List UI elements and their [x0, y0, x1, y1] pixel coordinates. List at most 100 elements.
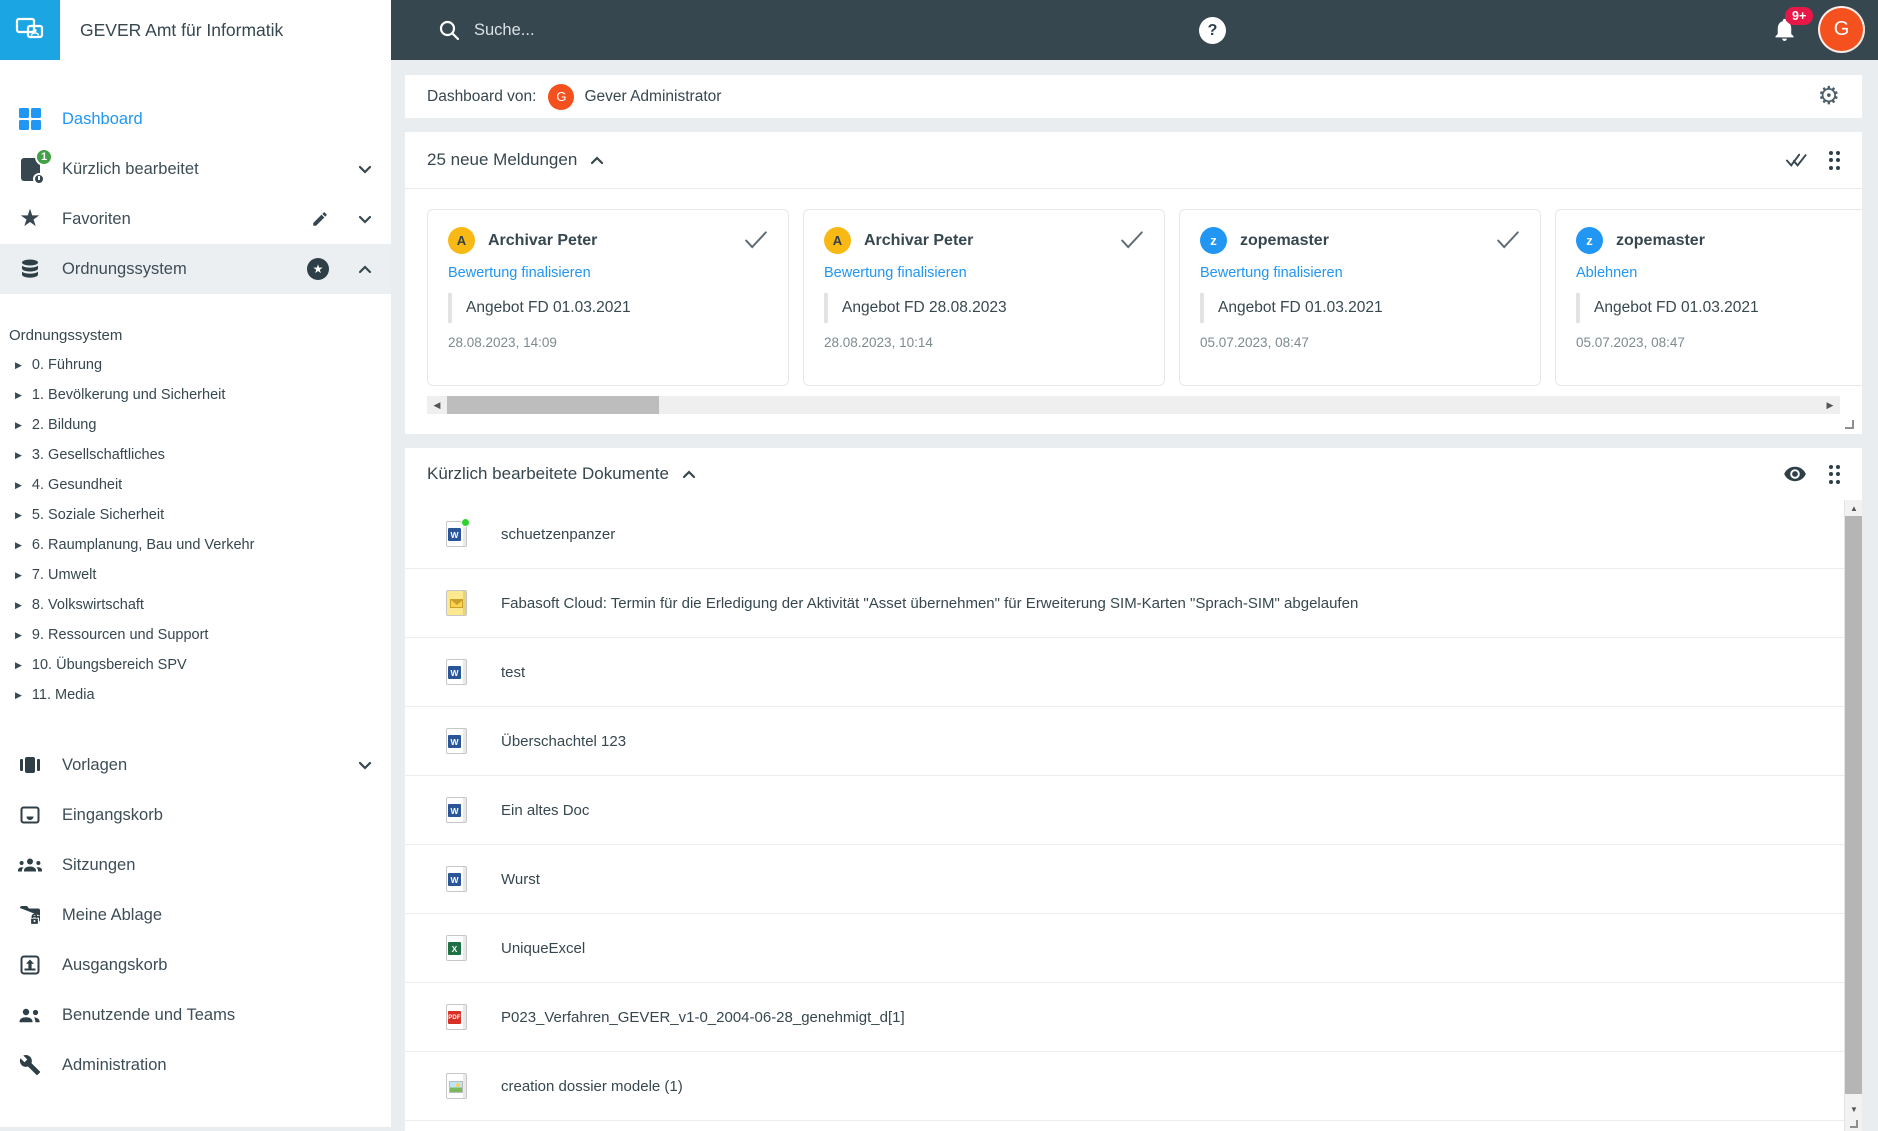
document-row[interactable]: Fabasoft Cloud: Termin für die Erledigun…: [405, 569, 1862, 638]
chevron-down-icon[interactable]: [357, 757, 373, 773]
tree-node[interactable]: ▶ 6. Raumplanung, Bau und Verkehr: [0, 530, 391, 560]
sidebar-item-dashboard[interactable]: Dashboard: [0, 94, 391, 144]
card-user-name: Archivar Peter: [488, 231, 598, 249]
horizontal-scrollbar-thumb[interactable]: [447, 396, 659, 414]
visibility-eye-icon[interactable]: [1783, 462, 1807, 486]
expand-triangle-icon[interactable]: ▶: [15, 360, 22, 371]
expand-triangle-icon[interactable]: ▶: [15, 690, 22, 701]
expand-triangle-icon[interactable]: ▶: [15, 600, 22, 611]
card-action-link[interactable]: Bewertung finalisieren: [824, 265, 1144, 281]
widget-drag-handle-icon[interactable]: [1828, 150, 1840, 170]
word-file-icon: W: [446, 728, 467, 754]
tree-root-ordnungssystem[interactable]: Ordnungssystem: [0, 320, 391, 350]
widget-resize-handle[interactable]: [1845, 420, 1854, 429]
document-row[interactable]: W Ein altes Doc: [405, 776, 1862, 845]
recent-documents-header: Kürzlich bearbeitete Dokumente: [405, 448, 1862, 500]
dashboard-grid-icon: [16, 105, 44, 133]
check-icon[interactable]: [1496, 230, 1520, 250]
document-row[interactable]: W test: [405, 638, 1862, 707]
sidebar-item-label: Sitzungen: [62, 855, 136, 874]
document-name: Überschachtel 123: [501, 732, 627, 750]
tree-node[interactable]: ▶ 11. Media: [0, 680, 391, 710]
scroll-down-arrow-icon[interactable]: ▼: [1845, 1101, 1862, 1117]
document-row[interactable]: W Wurst: [405, 845, 1862, 914]
tree-node[interactable]: ▶ 3. Gesellschaftliches: [0, 440, 391, 470]
tree-node[interactable]: ▶ 9. Ressourcen und Support: [0, 620, 391, 650]
sidebar-item-meetings[interactable]: Sitzungen: [0, 840, 391, 890]
chevron-up-icon[interactable]: [357, 261, 373, 277]
document-name: P023_Verfahren_GEVER_v1-0_2004-06-28_gen…: [501, 1008, 905, 1026]
tree-node[interactable]: ▶ 5. Soziale Sicherheit: [0, 500, 391, 530]
notifications-bell[interactable]: 9+: [1771, 7, 1814, 43]
help-icon[interactable]: ?: [1199, 17, 1226, 44]
sidebar-item-administration[interactable]: Administration: [0, 1040, 391, 1090]
expand-triangle-icon[interactable]: ▶: [15, 570, 22, 581]
recent-documents-list: W schuetzenpanzer Fabasoft Cloud: Termin…: [405, 500, 1862, 1131]
expand-triangle-icon[interactable]: ▶: [15, 480, 22, 491]
vertical-scrollbar-thumb[interactable]: [1845, 516, 1862, 1094]
tree-node[interactable]: ▶ 0. Führung: [0, 350, 391, 380]
sidebar-item-recently-edited[interactable]: 1 Kürzlich bearbeitet: [0, 144, 391, 194]
collapse-chevron-up-icon[interactable]: [589, 152, 605, 168]
edit-pencil-icon[interactable]: [311, 210, 329, 228]
recent-documents-widget: Kürzlich bearbeitete Dokumente W schuetz…: [405, 448, 1862, 1131]
document-row[interactable]: creation dossier modele (1): [405, 1052, 1862, 1121]
tree-node[interactable]: ▶ 2. Bildung: [0, 410, 391, 440]
tree-node[interactable]: ▶ 10. Übungsbereich SPV: [0, 650, 391, 680]
sidebar-item-favorites[interactable]: ★ Favoriten: [0, 194, 391, 244]
tree-node[interactable]: ▶ 8. Volkswirtschaft: [0, 590, 391, 620]
sidebar-item-templates[interactable]: Vorlagen: [0, 740, 391, 790]
expand-triangle-icon[interactable]: ▶: [15, 510, 22, 521]
expand-triangle-icon[interactable]: ▶: [15, 450, 22, 461]
expand-triangle-icon[interactable]: ▶: [15, 630, 22, 641]
tree-node[interactable]: ▶ 7. Umwelt: [0, 560, 391, 590]
document-row[interactable]: W Überschachtel 123: [405, 707, 1862, 776]
search-input[interactable]: [474, 20, 1034, 40]
favorite-star-badge-icon[interactable]: ★: [307, 258, 329, 280]
check-icon[interactable]: [1120, 230, 1144, 250]
sidebar-item-my-files[interactable]: Meine Ablage: [0, 890, 391, 940]
document-row[interactable]: W schuetzenpanzer: [405, 500, 1862, 569]
scroll-up-arrow-icon[interactable]: ▲: [1845, 500, 1862, 516]
widget-drag-handle-icon[interactable]: [1828, 464, 1840, 484]
vertical-scrollbar[interactable]: ▲ ▼: [1844, 500, 1862, 1131]
folder-lock-icon: [16, 901, 44, 929]
sidebar-item-inbox[interactable]: Eingangskorb: [0, 790, 391, 840]
card-subject: Angebot FD 01.03.2021: [448, 293, 768, 323]
scroll-left-arrow-icon[interactable]: ◀: [429, 396, 445, 414]
horizontal-scrollbar[interactable]: ◀ ▶: [427, 396, 1840, 414]
app-logo[interactable]: [0, 0, 60, 60]
expand-triangle-icon[interactable]: ▶: [15, 420, 22, 431]
sidebar-item-filing-system[interactable]: Ordnungssystem ★: [0, 244, 391, 294]
card-action-link[interactable]: Bewertung finalisieren: [448, 265, 768, 281]
document-row[interactable]: X UniqueExcel: [405, 914, 1862, 983]
scroll-right-arrow-icon[interactable]: ▶: [1822, 396, 1838, 414]
document-name: Wurst: [501, 870, 540, 888]
mark-all-read-doublecheck-icon[interactable]: [1785, 152, 1807, 168]
sidebar-item-outbox[interactable]: Ausgangskorb: [0, 940, 391, 990]
settings-gear-icon[interactable]: ⚙: [1818, 84, 1840, 109]
templates-library-icon: [16, 751, 44, 779]
fabasoft-screens-icon: [13, 13, 47, 47]
expand-triangle-icon[interactable]: ▶: [15, 660, 22, 671]
notification-card[interactable]: z zopemaster Ablehnen Angebot FD 01.03.2…: [1555, 209, 1862, 386]
sidebar-item-users-teams[interactable]: Benutzende und Teams: [0, 990, 391, 1040]
expand-triangle-icon[interactable]: ▶: [15, 540, 22, 551]
notifications-widget: 25 neue Meldungen A Archivar Peter Bewer…: [405, 132, 1862, 434]
card-subject: Angebot FD 01.03.2021: [1200, 293, 1520, 323]
tree-node[interactable]: ▶ 4. Gesundheit: [0, 470, 391, 500]
expand-triangle-icon[interactable]: ▶: [15, 390, 22, 401]
collapse-chevron-up-icon[interactable]: [681, 466, 697, 482]
chevron-down-icon[interactable]: [357, 161, 373, 177]
document-row[interactable]: PDF P023_Verfahren_GEVER_v1-0_2004-06-28…: [405, 983, 1862, 1052]
notification-card[interactable]: z zopemaster Bewertung finalisieren Ange…: [1179, 209, 1541, 386]
check-icon[interactable]: [744, 230, 768, 250]
notification-card[interactable]: A Archivar Peter Bewertung finalisieren …: [427, 209, 789, 386]
notification-cards-viewport: A Archivar Peter Bewertung finalisieren …: [405, 189, 1862, 386]
chevron-down-icon[interactable]: [357, 211, 373, 227]
notification-card[interactable]: A Archivar Peter Bewertung finalisieren …: [803, 209, 1165, 386]
user-avatar[interactable]: G: [1818, 6, 1865, 53]
card-action-link[interactable]: Ablehnen: [1576, 265, 1862, 281]
tree-node[interactable]: ▶ 1. Bevölkerung und Sicherheit: [0, 380, 391, 410]
card-action-link[interactable]: Bewertung finalisieren: [1200, 265, 1520, 281]
